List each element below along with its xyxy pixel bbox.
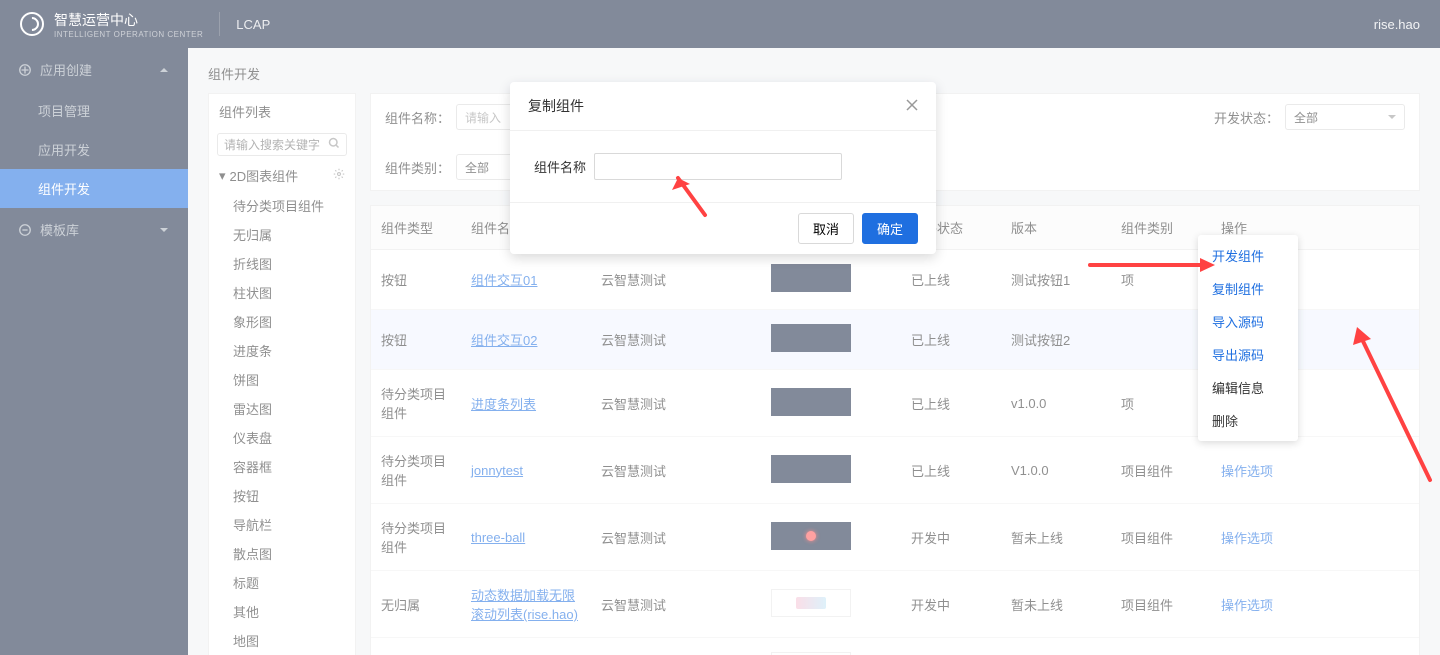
cancel-button[interactable]: 取消 [798, 213, 854, 244]
dropdown-item[interactable]: 删除 [1198, 404, 1298, 437]
dropdown-item[interactable]: 编辑信息 [1198, 371, 1298, 404]
copy-component-modal: 复制组件 组件名称 取消 确定 [510, 82, 936, 254]
modal-title: 复制组件 [528, 96, 584, 116]
dropdown-item[interactable]: 开发组件 [1198, 239, 1298, 272]
modal-field-label: 组件名称 [534, 157, 586, 176]
dropdown-item[interactable]: 复制组件 [1198, 272, 1298, 305]
ok-button[interactable]: 确定 [862, 213, 918, 244]
dropdown-item[interactable]: 导出源码 [1198, 338, 1298, 371]
dropdown-item[interactable]: 导入源码 [1198, 305, 1298, 338]
action-dropdown: 开发组件复制组件导入源码导出源码编辑信息删除 [1198, 235, 1298, 441]
modal-name-input[interactable] [594, 153, 842, 180]
close-icon[interactable] [906, 98, 918, 114]
